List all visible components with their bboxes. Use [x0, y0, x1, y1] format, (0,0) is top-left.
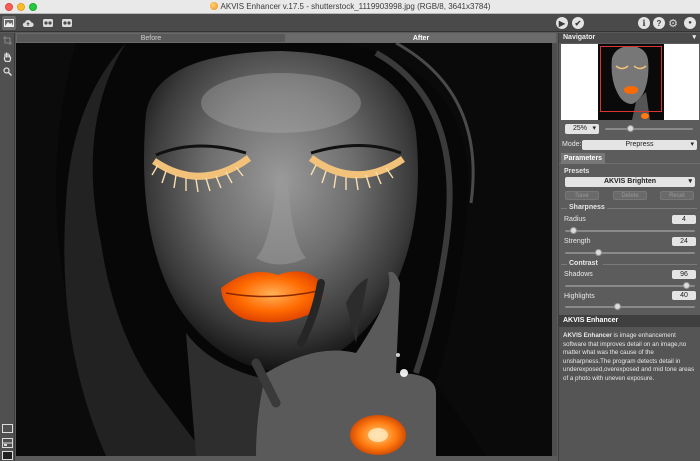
- contrast-divider: [561, 264, 567, 265]
- description-header: AKVIS Enhancer: [559, 315, 700, 327]
- crop-icon[interactable]: [2, 36, 13, 47]
- parameters-tabbar: Parameters: [559, 153, 700, 164]
- strength-label: Strength: [564, 238, 591, 245]
- image-canvas[interactable]: [16, 43, 552, 456]
- mode-label: Mode:: [562, 141, 582, 148]
- shadows-value[interactable]: 96: [672, 270, 696, 279]
- highlights-label: Highlights: [564, 293, 595, 300]
- strength-slider-track[interactable]: [565, 252, 695, 254]
- zoom-slider-knob[interactable]: [627, 125, 634, 132]
- zoom-select[interactable]: 25% ▾: [565, 124, 599, 134]
- zoom-slider-track[interactable]: [605, 128, 693, 130]
- shadows-slider-knob[interactable]: [683, 282, 691, 289]
- cloud-open-icon[interactable]: [21, 16, 35, 30]
- save-preset-button[interactable]: Save: [565, 191, 599, 200]
- highlights-value[interactable]: 40: [672, 291, 696, 300]
- tool-palette: [0, 33, 15, 461]
- tab-after[interactable]: After: [286, 33, 556, 43]
- radius-slider-track[interactable]: [565, 230, 695, 232]
- hand-icon[interactable]: [2, 52, 13, 63]
- save-icon[interactable]: [41, 16, 55, 30]
- shadows-label: Shadows: [564, 271, 593, 278]
- description-text: AKVIS Enhancer is image enhancement soft…: [559, 327, 700, 461]
- compare-view-icon[interactable]: [2, 451, 13, 461]
- settings-panel: Navigator ▾ 25% ▾ Mode: Prepress ▾ Paramet…: [558, 33, 700, 461]
- strength-slider-knob[interactable]: [594, 249, 602, 256]
- info-icon[interactable]: i: [638, 17, 650, 29]
- mode-select[interactable]: Prepress ▾: [582, 140, 697, 150]
- shadows-slider-track[interactable]: [565, 285, 695, 287]
- apply-icon[interactable]: ✔: [572, 17, 584, 29]
- navigator-header: Navigator ▾: [559, 33, 700, 43]
- settings-icon[interactable]: ⚙: [667, 16, 679, 30]
- radius-label: Radius: [564, 216, 586, 223]
- radius-value[interactable]: 4: [672, 215, 696, 224]
- app-icon: [209, 2, 218, 10]
- notifications-icon[interactable]: ●: [684, 17, 696, 29]
- view-tabs: Before After: [16, 33, 556, 43]
- portrait-image: [16, 43, 552, 456]
- contrast-label: Contrast: [569, 260, 598, 267]
- tab-parameters[interactable]: Parameters: [561, 153, 605, 164]
- sharpness-divider: [561, 208, 567, 209]
- toolbar: ▶ ✔ i ? ⚙ ●: [0, 14, 700, 32]
- single-view-icon[interactable]: [2, 424, 13, 435]
- delete-preset-button[interactable]: Delete: [613, 191, 647, 200]
- window-title: AKVIS Enhancer v.17.5 - shutterstock_111…: [0, 2, 700, 11]
- tab-before[interactable]: Before: [16, 33, 286, 43]
- strength-value[interactable]: 24: [672, 237, 696, 246]
- preset-select[interactable]: AKVIS Brighten ▾: [565, 177, 695, 187]
- collapse-icon[interactable]: ▾: [692, 33, 696, 43]
- zoom-tool-icon[interactable]: [2, 67, 13, 78]
- navigator-preview[interactable]: [561, 44, 699, 120]
- title-bar: AKVIS Enhancer v.17.5 - shutterstock_111…: [0, 0, 700, 14]
- zoom-row: 25% ▾: [559, 122, 700, 136]
- run-icon[interactable]: ▶: [556, 17, 568, 29]
- sharpness-label: Sharpness: [569, 204, 605, 211]
- split-view-icon[interactable]: [2, 438, 13, 449]
- vertical-scrollbar[interactable]: [552, 43, 557, 456]
- presets-label: Presets: [564, 168, 590, 175]
- help-icon[interactable]: ?: [653, 17, 665, 29]
- contrast-divider-right: [603, 264, 697, 265]
- sharpness-divider-right: [607, 208, 697, 209]
- image-mode-icon[interactable]: [2, 16, 16, 30]
- highlights-slider-track[interactable]: [565, 306, 695, 308]
- radius-slider-knob[interactable]: [569, 227, 577, 234]
- print-icon[interactable]: [60, 16, 74, 30]
- mode-row: Mode: Prepress ▾: [559, 139, 700, 151]
- reset-preset-button[interactable]: Reset: [660, 191, 694, 200]
- highlights-slider-knob[interactable]: [614, 303, 622, 310]
- navigator-view-frame[interactable]: [600, 46, 662, 112]
